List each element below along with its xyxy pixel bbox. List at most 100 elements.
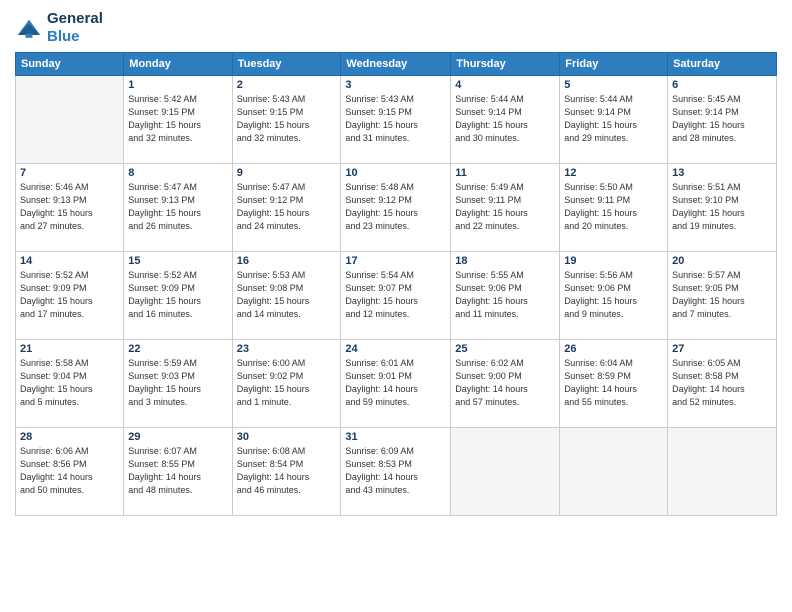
calendar-day-7: 7 Sunrise: 5:46 AM Sunset: 9:13 PM Daylig… bbox=[16, 164, 124, 252]
day-info: Sunrise: 5:51 AM Sunset: 9:10 PM Dayligh… bbox=[672, 181, 772, 233]
day-number: 27 bbox=[672, 343, 772, 355]
day-info: Sunrise: 5:50 AM Sunset: 9:11 PM Dayligh… bbox=[564, 181, 663, 233]
day-info: Sunrise: 5:59 AM Sunset: 9:03 PM Dayligh… bbox=[128, 357, 227, 409]
day-info: Sunrise: 5:52 AM Sunset: 9:09 PM Dayligh… bbox=[128, 269, 227, 321]
calendar-day-23: 23Sunrise: 6:00 AM Sunset: 9:02 PM Dayli… bbox=[232, 340, 341, 428]
day-info: Sunrise: 5:45 AM Sunset: 9:14 PM Dayligh… bbox=[672, 93, 772, 145]
day-info: Sunrise: 5:46 AM Sunset: 9:13 PM Dayligh… bbox=[20, 181, 119, 233]
calendar-week-row: 1 Sunrise: 5:42 AM Sunset: 9:15 PM Daylig… bbox=[16, 76, 777, 164]
day-number: 22 bbox=[128, 343, 227, 355]
day-info: Sunrise: 6:01 AM Sunset: 9:01 PM Dayligh… bbox=[345, 357, 446, 409]
calendar-day-27: 27 Sunrise: 6:05 AM Sunset: 8:58 PM Dayli… bbox=[668, 340, 777, 428]
weekday-header-sunday: Sunday bbox=[16, 53, 124, 76]
day-number: 23 bbox=[237, 343, 337, 355]
day-number: 15 bbox=[128, 255, 227, 267]
calendar-day-20: 20 Sunrise: 5:57 AM Sunset: 9:05 PM Dayli… bbox=[668, 252, 777, 340]
day-number: 20 bbox=[672, 255, 772, 267]
calendar-day-30: 30 Sunrise: 6:08 AM Sunset: 8:54 PM Dayli… bbox=[232, 428, 341, 516]
day-info: Sunrise: 6:04 AM Sunset: 8:59 PM Dayligh… bbox=[564, 357, 663, 409]
day-info: Sunrise: 5:42 AM Sunset: 9:15 PM Dayligh… bbox=[128, 93, 227, 145]
calendar-day-3: 3 Sunrise: 5:43 AM Sunset: 9:15 PM Daylig… bbox=[341, 76, 451, 164]
calendar-day-13: 13 Sunrise: 5:51 AM Sunset: 9:10 PM Dayli… bbox=[668, 164, 777, 252]
day-number: 31 bbox=[345, 431, 446, 443]
day-info: Sunrise: 5:47 AM Sunset: 9:12 PM Dayligh… bbox=[237, 181, 337, 233]
day-number: 29 bbox=[128, 431, 227, 443]
day-number: 21 bbox=[20, 343, 119, 355]
day-number: 19 bbox=[564, 255, 663, 267]
day-number: 18 bbox=[455, 255, 555, 267]
day-info: Sunrise: 5:49 AM Sunset: 9:11 PM Dayligh… bbox=[455, 181, 555, 233]
calendar-day-5: 5Sunrise: 5:44 AM Sunset: 9:14 PM Daylig… bbox=[560, 76, 668, 164]
calendar-empty-cell bbox=[451, 428, 560, 516]
calendar-week-row: 14Sunrise: 5:52 AM Sunset: 9:09 PM Dayli… bbox=[16, 252, 777, 340]
calendar-day-10: 10 Sunrise: 5:48 AM Sunset: 9:12 PM Dayli… bbox=[341, 164, 451, 252]
day-info: Sunrise: 6:05 AM Sunset: 8:58 PM Dayligh… bbox=[672, 357, 772, 409]
calendar-day-25: 25Sunrise: 6:02 AM Sunset: 9:00 PM Dayli… bbox=[451, 340, 560, 428]
logo-icon bbox=[15, 14, 43, 42]
day-number: 6 bbox=[672, 79, 772, 91]
day-info: Sunrise: 5:48 AM Sunset: 9:12 PM Dayligh… bbox=[345, 181, 446, 233]
calendar-day-2: 2 Sunrise: 5:43 AM Sunset: 9:15 PM Daylig… bbox=[232, 76, 341, 164]
calendar-day-21: 21 Sunrise: 5:58 AM Sunset: 9:04 PM Dayli… bbox=[16, 340, 124, 428]
day-info: Sunrise: 5:53 AM Sunset: 9:08 PM Dayligh… bbox=[237, 269, 337, 321]
day-number: 4 bbox=[455, 79, 555, 91]
calendar-day-24: 24 Sunrise: 6:01 AM Sunset: 9:01 PM Dayli… bbox=[341, 340, 451, 428]
weekday-header-wednesday: Wednesday bbox=[341, 53, 451, 76]
calendar-day-11: 11Sunrise: 5:49 AM Sunset: 9:11 PM Dayli… bbox=[451, 164, 560, 252]
calendar-day-8: 8 Sunrise: 5:47 AM Sunset: 9:13 PM Daylig… bbox=[124, 164, 232, 252]
day-number: 13 bbox=[672, 167, 772, 179]
calendar-day-28: 28 Sunrise: 6:06 AM Sunset: 8:56 PM Dayli… bbox=[16, 428, 124, 516]
day-number: 26 bbox=[564, 343, 663, 355]
day-number: 2 bbox=[237, 79, 337, 91]
day-number: 3 bbox=[345, 79, 446, 91]
day-number: 7 bbox=[20, 167, 119, 179]
calendar-day-9: 9 Sunrise: 5:47 AM Sunset: 9:12 PM Daylig… bbox=[232, 164, 341, 252]
calendar-empty-cell bbox=[560, 428, 668, 516]
day-number: 24 bbox=[345, 343, 446, 355]
calendar-day-29: 29 Sunrise: 6:07 AM Sunset: 8:55 PM Dayli… bbox=[124, 428, 232, 516]
calendar-week-row: 28 Sunrise: 6:06 AM Sunset: 8:56 PM Dayli… bbox=[16, 428, 777, 516]
calendar-day-15: 15 Sunrise: 5:52 AM Sunset: 9:09 PM Dayli… bbox=[124, 252, 232, 340]
day-info: Sunrise: 5:44 AM Sunset: 9:14 PM Dayligh… bbox=[564, 93, 663, 145]
calendar-week-row: 7 Sunrise: 5:46 AM Sunset: 9:13 PM Daylig… bbox=[16, 164, 777, 252]
calendar-empty-cell bbox=[16, 76, 124, 164]
day-info: Sunrise: 5:58 AM Sunset: 9:04 PM Dayligh… bbox=[20, 357, 119, 409]
weekday-header-monday: Monday bbox=[124, 53, 232, 76]
day-number: 1 bbox=[128, 79, 227, 91]
day-info: Sunrise: 5:57 AM Sunset: 9:05 PM Dayligh… bbox=[672, 269, 772, 321]
calendar-day-17: 17Sunrise: 5:54 AM Sunset: 9:07 PM Dayli… bbox=[341, 252, 451, 340]
calendar-day-22: 22 Sunrise: 5:59 AM Sunset: 9:03 PM Dayli… bbox=[124, 340, 232, 428]
day-number: 30 bbox=[237, 431, 337, 443]
calendar-day-4: 4 Sunrise: 5:44 AM Sunset: 9:14 PM Daylig… bbox=[451, 76, 560, 164]
calendar-day-6: 6 Sunrise: 5:45 AM Sunset: 9:14 PM Daylig… bbox=[668, 76, 777, 164]
calendar-container: General Blue SundayMondayTuesdayWednesda… bbox=[0, 0, 792, 612]
day-info: Sunrise: 5:44 AM Sunset: 9:14 PM Dayligh… bbox=[455, 93, 555, 145]
day-number: 10 bbox=[345, 167, 446, 179]
day-info: Sunrise: 5:47 AM Sunset: 9:13 PM Dayligh… bbox=[128, 181, 227, 233]
day-info: Sunrise: 5:52 AM Sunset: 9:09 PM Dayligh… bbox=[20, 269, 119, 321]
day-info: Sunrise: 5:43 AM Sunset: 9:15 PM Dayligh… bbox=[237, 93, 337, 145]
day-number: 8 bbox=[128, 167, 227, 179]
day-info: Sunrise: 6:02 AM Sunset: 9:00 PM Dayligh… bbox=[455, 357, 555, 409]
day-number: 17 bbox=[345, 255, 446, 267]
day-info: Sunrise: 6:08 AM Sunset: 8:54 PM Dayligh… bbox=[237, 445, 337, 497]
calendar-empty-cell bbox=[668, 428, 777, 516]
weekday-header-saturday: Saturday bbox=[668, 53, 777, 76]
day-info: Sunrise: 5:43 AM Sunset: 9:15 PM Dayligh… bbox=[345, 93, 446, 145]
day-info: Sunrise: 5:56 AM Sunset: 9:06 PM Dayligh… bbox=[564, 269, 663, 321]
weekday-header-thursday: Thursday bbox=[451, 53, 560, 76]
calendar-day-12: 12Sunrise: 5:50 AM Sunset: 9:11 PM Dayli… bbox=[560, 164, 668, 252]
weekday-header-tuesday: Tuesday bbox=[232, 53, 341, 76]
day-number: 16 bbox=[237, 255, 337, 267]
calendar-day-19: 19 Sunrise: 5:56 AM Sunset: 9:06 PM Dayli… bbox=[560, 252, 668, 340]
day-info: Sunrise: 6:07 AM Sunset: 8:55 PM Dayligh… bbox=[128, 445, 227, 497]
calendar-day-26: 26 Sunrise: 6:04 AM Sunset: 8:59 PM Dayli… bbox=[560, 340, 668, 428]
day-number: 9 bbox=[237, 167, 337, 179]
calendar-header-row: SundayMondayTuesdayWednesdayThursdayFrid… bbox=[16, 53, 777, 76]
calendar-day-16: 16 Sunrise: 5:53 AM Sunset: 9:08 PM Dayli… bbox=[232, 252, 341, 340]
weekday-header-friday: Friday bbox=[560, 53, 668, 76]
day-number: 28 bbox=[20, 431, 119, 443]
logo-text: General Blue bbox=[47, 10, 103, 46]
day-info: Sunrise: 6:06 AM Sunset: 8:56 PM Dayligh… bbox=[20, 445, 119, 497]
calendar-day-1: 1 Sunrise: 5:42 AM Sunset: 9:15 PM Daylig… bbox=[124, 76, 232, 164]
